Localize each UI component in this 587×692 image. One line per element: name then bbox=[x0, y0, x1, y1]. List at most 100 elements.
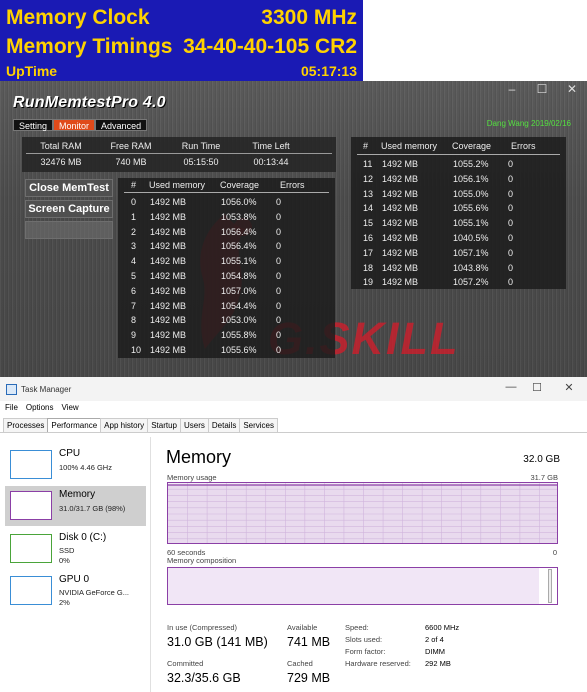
row-coverage: 1055.1% bbox=[453, 218, 489, 229]
menu-file[interactable]: File bbox=[5, 403, 18, 412]
row-errors: 0 bbox=[276, 197, 282, 207]
tab-users[interactable]: Users bbox=[179, 418, 209, 432]
col-index: # bbox=[363, 141, 369, 151]
maximize-icon[interactable]: ☐ bbox=[527, 81, 557, 99]
col-errors: Errors bbox=[280, 180, 305, 190]
row-coverage: 1057.2% bbox=[453, 277, 489, 288]
tab-details[interactable]: Details bbox=[207, 418, 241, 432]
memory-graph-thumbnail bbox=[10, 491, 52, 520]
row-errors: 0 bbox=[508, 277, 514, 288]
sidebar-item-label: Memory bbox=[59, 489, 96, 500]
row-used-memory: 1492 MB bbox=[382, 203, 419, 214]
stats-divider bbox=[26, 153, 332, 154]
row-errors: 0 bbox=[508, 262, 514, 273]
menu-view[interactable]: View bbox=[61, 403, 78, 412]
row-coverage: 1053.8% bbox=[221, 211, 257, 222]
row-index: 7 bbox=[131, 300, 137, 311]
row-errors: 0 bbox=[508, 173, 514, 184]
screen-capture-button[interactable]: Screen Capture bbox=[25, 200, 113, 218]
blank-button[interactable] bbox=[25, 221, 113, 239]
row-coverage: 1057.0% bbox=[221, 285, 257, 296]
row-index: 15 bbox=[363, 218, 374, 229]
menu-options[interactable]: Options bbox=[26, 403, 54, 412]
col-used-memory: Used memory bbox=[149, 180, 206, 190]
row-coverage: 1055.2% bbox=[453, 159, 489, 169]
sidebar-item-gpu[interactable]: GPU 0 NVIDIA GeForce G... 2% bbox=[5, 571, 146, 611]
row-index: 1 bbox=[131, 211, 137, 222]
row-errors: 0 bbox=[276, 211, 282, 222]
row-errors: 0 bbox=[508, 188, 514, 199]
table-row: 8 1492 MB 1053.0% 0 bbox=[118, 315, 335, 329]
row-errors: 0 bbox=[276, 330, 282, 341]
row-errors: 0 bbox=[276, 345, 282, 355]
row-used-memory: 1492 MB bbox=[150, 315, 187, 326]
tab-services[interactable]: Services bbox=[239, 418, 279, 432]
row-errors: 0 bbox=[508, 247, 514, 258]
sidebar-item-disk[interactable]: Disk 0 (C:) SSD 0% bbox=[5, 529, 146, 569]
row-errors: 0 bbox=[276, 315, 282, 326]
row-coverage: 1040.5% bbox=[453, 233, 489, 243]
row-used-memory: 1492 MB bbox=[150, 300, 187, 311]
osd-uptime-label: UpTime bbox=[6, 63, 58, 79]
maximize-icon[interactable]: ☐ bbox=[527, 381, 547, 394]
sidebar-item-detail: 31.0/31.7 GB (98%) bbox=[59, 504, 126, 513]
row-used-memory: 1492 MB bbox=[150, 271, 187, 281]
memory-total: 32.0 GB bbox=[523, 454, 560, 465]
minimize-icon[interactable]: – bbox=[497, 81, 527, 99]
row-used-memory: 1492 MB bbox=[382, 173, 419, 184]
close-icon[interactable]: ✕ bbox=[557, 81, 587, 99]
close-memtest-button[interactable]: Close MemTest bbox=[25, 179, 113, 197]
row-used-memory: 1492 MB bbox=[150, 330, 187, 341]
sidebar-item-memory[interactable]: Memory 31.0/31.7 GB (98%) bbox=[5, 486, 146, 526]
osd-memory-timings-row: Memory Timings 34-40-40-105 CR2 bbox=[6, 35, 357, 59]
memtest-thread-table-right: # Used memory Coverage Errors 11 1492 MB 1… bbox=[351, 137, 566, 289]
tab-monitor[interactable]: Monitor bbox=[53, 119, 96, 131]
sidebar-item-cpu[interactable]: CPU 100% 4.46 GHz bbox=[5, 445, 146, 485]
osd-memory-timings-value: 34-40-40-105 CR2 bbox=[183, 35, 357, 58]
stat-time-left-label: Time Left bbox=[252, 141, 290, 151]
row-errors: 0 bbox=[276, 241, 282, 252]
tab-processes[interactable]: Processes bbox=[3, 418, 49, 432]
row-index: 10 bbox=[131, 345, 142, 355]
gpu-graph-thumbnail bbox=[10, 576, 52, 605]
row-used-memory: 1492 MB bbox=[382, 247, 419, 258]
row-used-memory: 1492 MB bbox=[150, 226, 187, 237]
row-errors: 0 bbox=[276, 285, 282, 296]
stat-total-ram-value: 32476 MB bbox=[40, 157, 82, 167]
available-value: 741 MB bbox=[287, 635, 331, 649]
row-index: 5 bbox=[131, 271, 137, 281]
memtest-title: RunMemtestPro 4.0 bbox=[13, 94, 166, 111]
row-index: 13 bbox=[363, 188, 374, 199]
stat-run-time-value: 05:15:50 bbox=[183, 157, 219, 167]
row-used-memory: 1492 MB bbox=[382, 159, 419, 169]
minimize-icon[interactable]: — bbox=[501, 381, 521, 393]
close-icon[interactable]: ✕ bbox=[559, 381, 579, 394]
table-header-left: # Used memory Coverage Errors bbox=[118, 178, 335, 192]
tab-setting[interactable]: Setting bbox=[13, 119, 54, 131]
col-coverage: Coverage bbox=[220, 180, 260, 190]
stat-free-ram-value: 740 MB bbox=[115, 157, 147, 167]
row-index: 4 bbox=[131, 256, 137, 267]
cached-label: Cached bbox=[287, 659, 313, 668]
hardware-reserved-label: Hardware reserved: bbox=[345, 659, 411, 668]
row-used-memory: 1492 MB bbox=[382, 188, 419, 199]
row-index: 19 bbox=[363, 277, 374, 288]
table-row: 16 1492 MB 1040.5% 0 bbox=[351, 233, 566, 247]
task-manager-app-icon bbox=[6, 384, 17, 395]
row-coverage: 1055.6% bbox=[221, 345, 257, 355]
tab-startup[interactable]: Startup bbox=[147, 418, 181, 432]
table-row: 5 1492 MB 1054.8% 0 bbox=[118, 271, 335, 285]
tab-performance[interactable]: Performance bbox=[47, 418, 102, 432]
row-used-memory: 1492 MB bbox=[382, 262, 419, 273]
row-coverage: 1053.0% bbox=[221, 315, 257, 326]
row-coverage: 1056.1% bbox=[453, 173, 489, 184]
row-coverage: 1056.4% bbox=[221, 241, 257, 252]
available-label: Available bbox=[287, 623, 318, 632]
row-used-memory: 1492 MB bbox=[150, 285, 187, 296]
in-use-label: In use (Compressed) bbox=[167, 623, 238, 632]
row-index: 2 bbox=[131, 226, 137, 237]
tab-app-history[interactable]: App history bbox=[100, 418, 149, 432]
table-row: 4 1492 MB 1055.1% 0 bbox=[118, 256, 335, 270]
tab-advanced[interactable]: Advanced bbox=[95, 119, 148, 131]
page-title: Memory bbox=[166, 447, 232, 467]
